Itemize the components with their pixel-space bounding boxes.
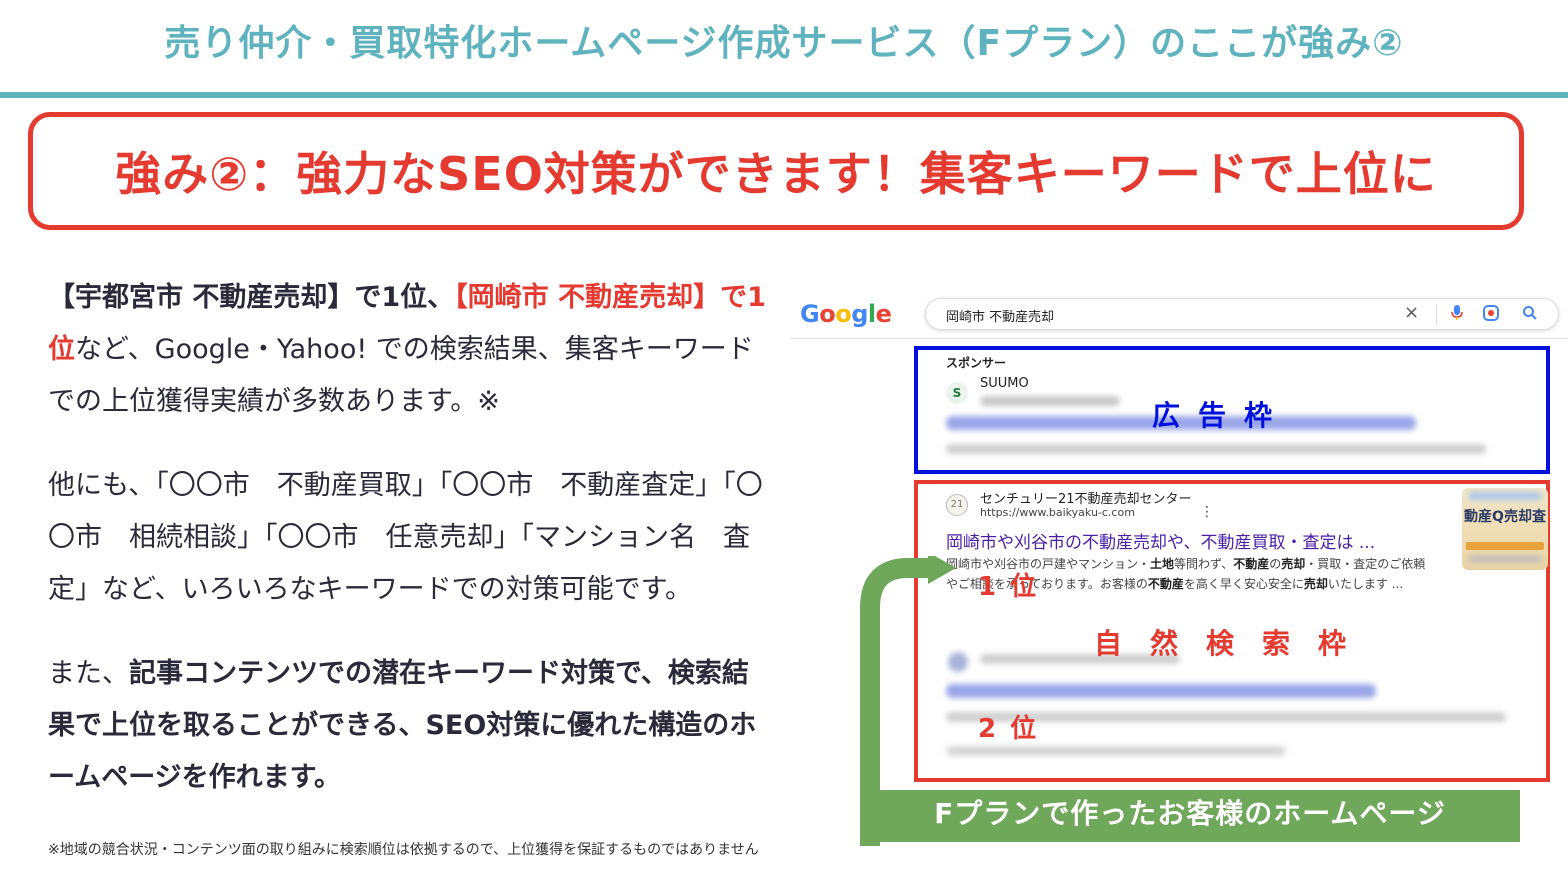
content-seo-lead: また、 <box>48 658 129 689</box>
rank-1-label: 1位 <box>978 572 1051 602</box>
title-divider <box>0 92 1568 98</box>
lens-icon[interactable] <box>1483 305 1499 325</box>
blurred-ad-snippet <box>946 444 1486 454</box>
content-seo-text: 記事コンテンツでの潜在キーワード対策で、検索結果で上位を取ることができる、SEO… <box>48 658 757 793</box>
google-logo: Google <box>800 300 892 328</box>
serp-divider <box>790 338 1568 339</box>
organic-site-name: センチュリー21不動産売却センター <box>980 492 1192 507</box>
achievements-text: など、Google・Yahoo! での検索結果、集客キーワードでの上位獲得実績が… <box>48 334 754 417</box>
search-bar-separator <box>1436 305 1437 325</box>
close-icon[interactable]: × <box>1404 302 1419 323</box>
blurred-ad-url <box>980 396 1120 406</box>
body-text-column: 【宇都宮市 不動産売却】で1位、【岡崎市 不動産売却】で1位など、Google・… <box>48 272 768 836</box>
rank-2-label: 2位 <box>978 714 1051 744</box>
ad-site-name[interactable]: SUUMO <box>980 376 1029 391</box>
paragraph-content-seo: また、記事コンテンツでの潜在キーワード対策で、検索結果で上位を取ることができる、… <box>48 648 768 804</box>
search-icon[interactable] <box>1522 305 1538 325</box>
thumbnail-text: 動産Q売却査 <box>1464 509 1546 525</box>
century21-logo-icon: 21 <box>946 494 968 516</box>
blurred-result-2-title <box>946 684 1376 698</box>
page-title: 売り仲介・買取特化ホームページ作成サービス（Fプラン）のここが強み② <box>164 23 1404 64</box>
sponsor-label: スポンサー <box>946 356 1007 370</box>
headline-box: 強み②：強力なSEO対策ができます！集客キーワードで上位に <box>28 112 1524 230</box>
paragraph-achievements: 【宇都宮市 不動産売却】で1位、【岡崎市 不動産売却】で1位など、Google・… <box>48 272 768 428</box>
mic-icon[interactable] <box>1450 305 1464 325</box>
organic-frame: 21 センチュリー21不動産売却センター https://www.baikyak… <box>914 480 1550 782</box>
paragraph-other-keywords: 他にも、「〇〇市 不動産買取」「〇〇市 不動産査定」「〇〇市 相続相談」「〇〇市… <box>48 470 763 605</box>
fplan-customer-banner: Fプランで作ったお客様のホームページ <box>860 790 1520 842</box>
more-options-icon[interactable]: ⋮ <box>1200 504 1214 520</box>
headline-text: 強み②：強力なSEO対策ができます！集客キーワードで上位に <box>115 147 1437 201</box>
ad-frame: スポンサー S SUUMO 広告枠 <box>914 346 1550 474</box>
blurred-result-2-snippet-b <box>946 746 1286 756</box>
organic-result-title[interactable]: 岡崎市や刈谷市の不動産売却や、不動産買取・査定は ... <box>946 528 1375 553</box>
organic-site-url[interactable]: https://www.baikyaku-c.com <box>980 506 1135 519</box>
result-thumbnail[interactable]: 動産Q売却査 <box>1462 488 1548 570</box>
ad-frame-label: 広告枠 <box>1152 399 1291 432</box>
utsunomiya-keyword: 【宇都宮市 不動産売却】で1位、 <box>48 282 455 313</box>
organic-frame-label: 自然検索枠 <box>1094 627 1375 660</box>
suumo-logo-icon: S <box>946 382 968 404</box>
search-query[interactable]: 岡崎市 不動産売却 <box>946 306 1054 325</box>
search-bar[interactable]: 岡崎市 不動産売却 × <box>925 298 1559 330</box>
footnote: ※地域の競合状況・コンテンツ面の取り組みに検索順位は依拠するので、上位獲得を保証… <box>48 842 759 858</box>
